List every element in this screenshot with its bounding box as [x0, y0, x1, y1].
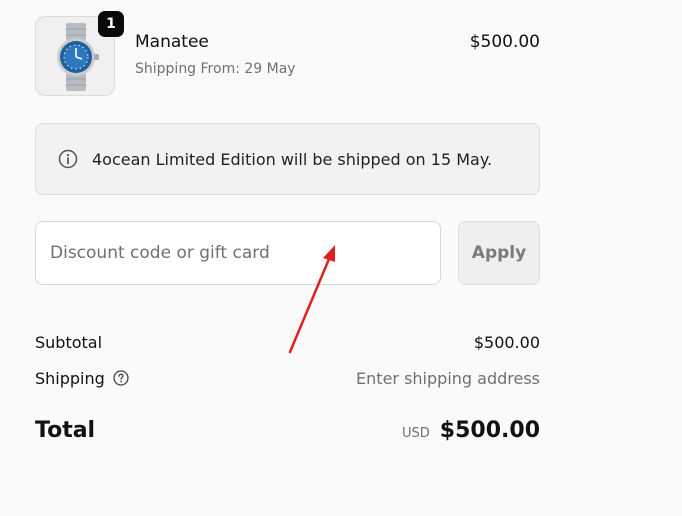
total-amount-group: USD $500.00	[402, 418, 540, 443]
total-row: Total USD $500.00	[35, 414, 540, 446]
question-circle-icon[interactable]	[113, 370, 129, 386]
product-price: $500.00	[469, 32, 540, 52]
line-item: 1 Manatee Shipping From: 29 May $500.00	[35, 11, 540, 96]
shipping-label: Shipping	[35, 368, 105, 388]
product-thumbnail: 1	[35, 11, 124, 96]
apply-button[interactable]: Apply	[458, 221, 540, 285]
info-icon	[58, 149, 78, 169]
discount-code-input[interactable]	[35, 221, 441, 285]
shipping-notice: 4ocean Limited Edition will be shipped o…	[35, 123, 540, 195]
product-name: Manatee	[135, 32, 209, 52]
shipping-row: Shipping Enter shipping address	[35, 366, 540, 390]
subtotal-label: Subtotal	[35, 332, 103, 352]
shipping-value: Enter shipping address	[356, 368, 540, 388]
quantity-badge: 1	[98, 11, 124, 37]
subtotal-row: Subtotal $500.00	[35, 330, 540, 354]
shipping-date-note: Shipping From: 29 May	[135, 61, 296, 77]
total-label: Total	[35, 417, 96, 443]
watch-icon	[57, 23, 99, 91]
currency-code: USD	[402, 425, 430, 441]
total-value: $500.00	[439, 417, 540, 443]
notice-text: 4ocean Limited Edition will be shipped o…	[92, 149, 493, 169]
subtotal-value: $500.00	[473, 332, 540, 352]
shipping-label-group: Shipping	[35, 369, 129, 388]
